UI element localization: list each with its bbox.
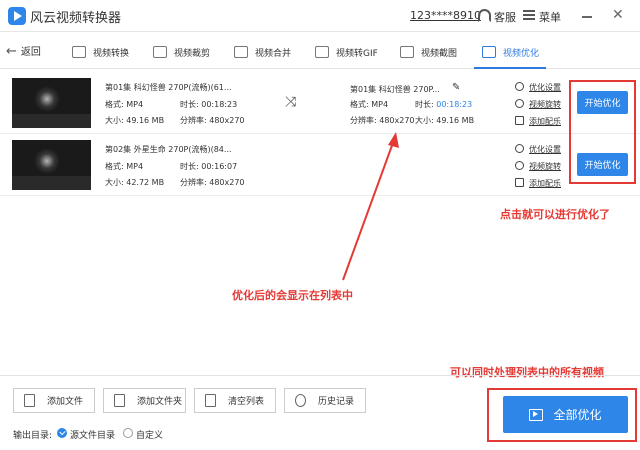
add-folder-label: 添加文件夹	[137, 397, 183, 407]
custom-dir-radio[interactable]	[123, 428, 133, 438]
play-icon	[529, 408, 544, 421]
annotation-arrow	[342, 132, 399, 281]
optimize-all-button[interactable]: 全部优化	[503, 396, 628, 433]
source-dir-radio[interactable]	[57, 428, 67, 438]
trash-icon	[205, 394, 216, 407]
annotation-click-hint: 点击就可以进行优化了	[500, 208, 610, 221]
output-dir-label: 输出目录:	[13, 431, 53, 441]
clock-icon	[295, 394, 306, 407]
annotation-result-hint: 优化后的会显示在列表中	[232, 289, 353, 302]
add-folder-button[interactable]: 添加文件夹	[103, 388, 186, 413]
history-button[interactable]: 历史记录	[284, 388, 366, 413]
add-folder-icon	[114, 394, 125, 407]
add-file-icon	[24, 394, 35, 407]
add-file-button[interactable]: 添加文件	[13, 388, 95, 413]
optimize-all-label: 全部优化	[553, 408, 602, 422]
clear-list-label: 清空列表	[228, 397, 265, 407]
custom-dir-label[interactable]: 自定义	[136, 428, 163, 441]
add-file-label: 添加文件	[47, 397, 84, 407]
annotation-batch-hint: 可以同时处理列表中的所有视频	[450, 366, 604, 379]
clear-list-button[interactable]: 清空列表	[194, 388, 276, 413]
source-dir-label[interactable]: 源文件目录	[70, 428, 115, 441]
history-label: 历史记录	[318, 397, 355, 407]
bottom-divider	[0, 375, 640, 376]
